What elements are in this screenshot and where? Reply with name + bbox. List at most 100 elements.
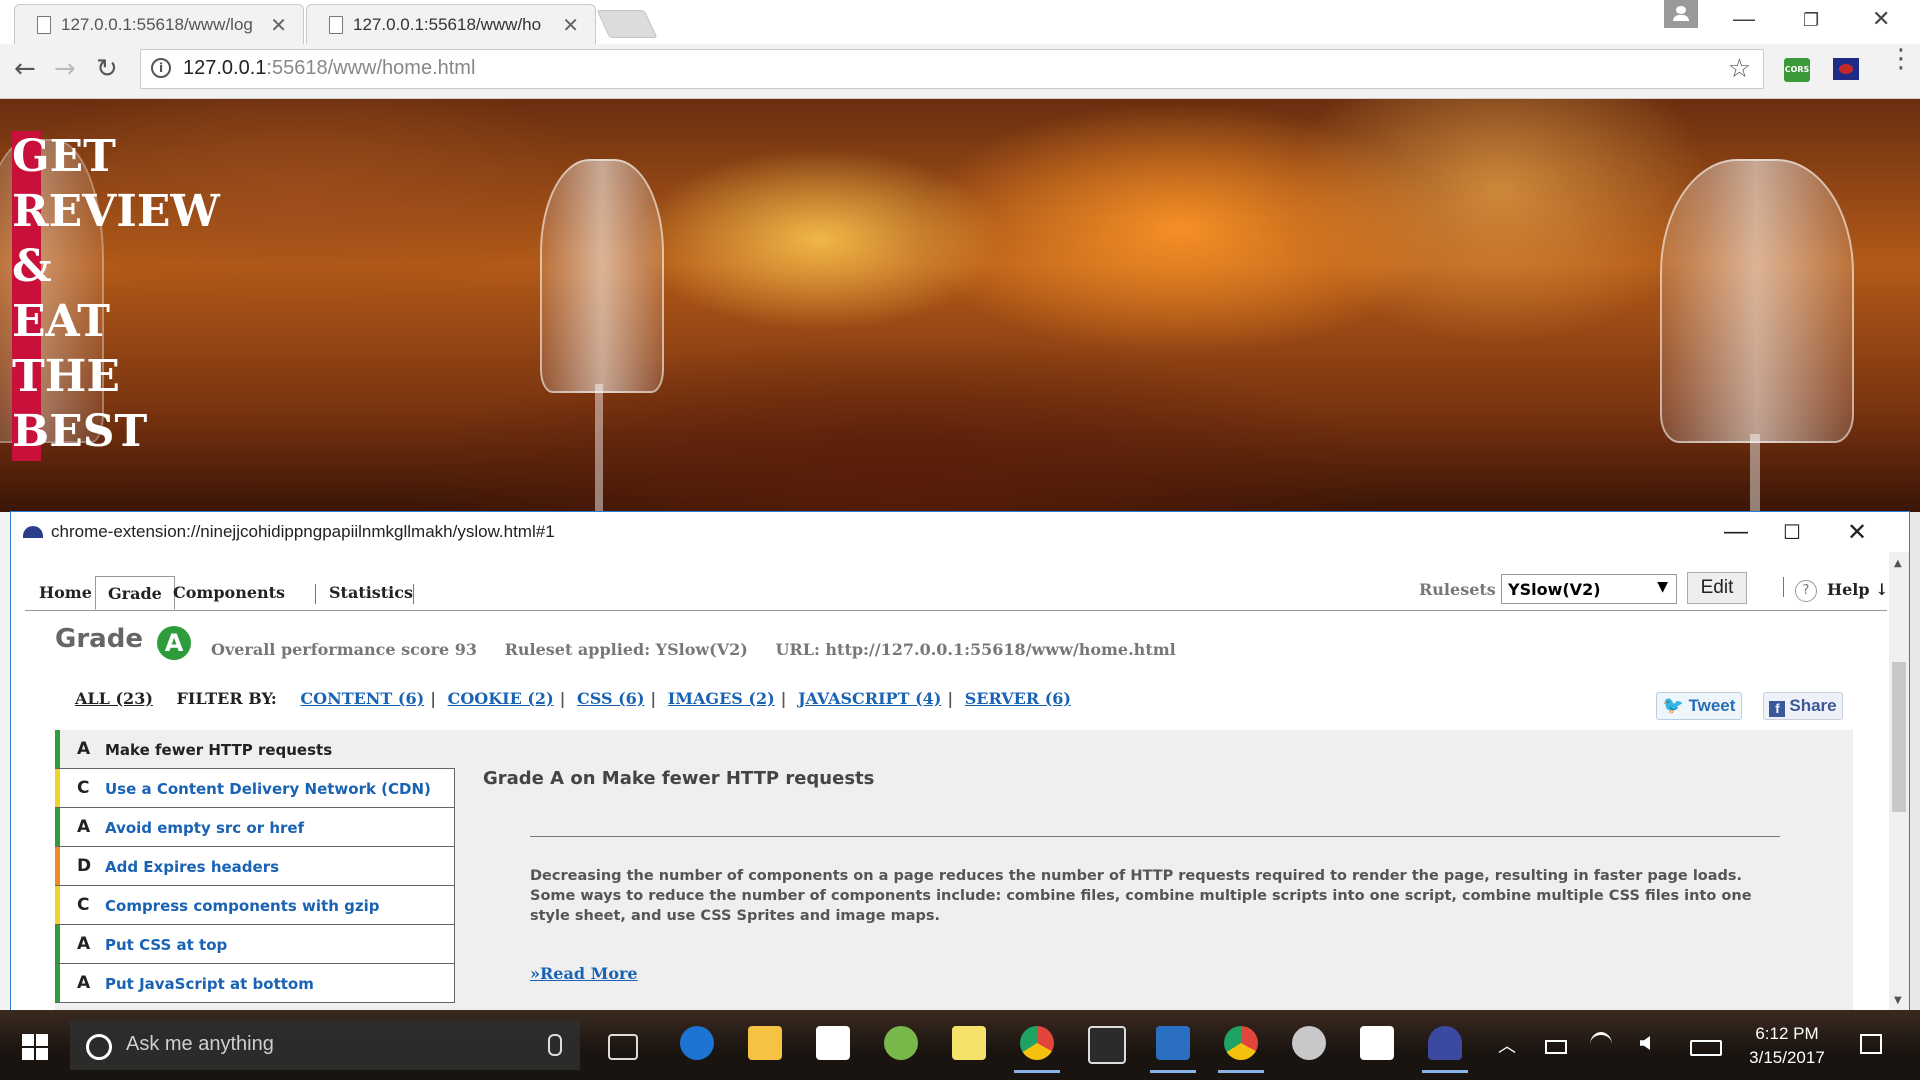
clock-time: 6:12 PM (1755, 1024, 1819, 1043)
browser-tab-login[interactable]: 127.0.0.1:55618/www/log ✕ (14, 4, 304, 44)
person-icon (1676, 6, 1686, 14)
keyboard-icon[interactable] (1690, 1040, 1722, 1056)
reload-icon[interactable]: ↻ (96, 54, 118, 84)
ruleset-applied: Ruleset applied: YSlow(V2) (504, 640, 748, 659)
brackets-icon[interactable] (1150, 1026, 1196, 1073)
windows-start-icon[interactable] (22, 1034, 48, 1060)
tweet-button[interactable]: 🐦 Tweet (1656, 692, 1742, 720)
edit-ruleset-button[interactable]: Edit (1687, 572, 1747, 604)
yslow-taskbar-icon[interactable] (1422, 1026, 1468, 1073)
twitter-bird-icon: 🐦 (1662, 696, 1684, 715)
share-label: Share (1789, 696, 1837, 715)
info-icon[interactable]: i (151, 58, 171, 78)
cortana-search-box[interactable]: Ask me anything (70, 1020, 580, 1070)
close-tab-icon[interactable]: ✕ (270, 13, 287, 38)
ruleset-select[interactable]: YSlow(V2) ▼ (1501, 574, 1677, 604)
filter-content[interactable]: CONTENT (6) (300, 689, 424, 708)
rule-item[interactable]: A Put JavaScript at bottom (55, 964, 455, 1003)
yslow-gauge-icon (23, 526, 43, 538)
volume-icon[interactable] (1640, 1036, 1650, 1050)
tab-components[interactable]: Components (161, 576, 297, 610)
rules-panel: A Make fewer HTTP requests C Use a Conte… (55, 730, 1853, 1010)
snipping-tool-icon[interactable] (1292, 1026, 1326, 1060)
help-question-icon[interactable]: ? (1795, 580, 1817, 602)
address-bar[interactable]: i 127.0.0.1:55618/www/home.html ☆ (140, 49, 1764, 89)
rule-item[interactable]: A Make fewer HTTP requests (55, 730, 455, 769)
read-more-link[interactable]: »Read More (530, 964, 638, 983)
rule-name: Compress components with gzip (105, 897, 380, 915)
grade-color-stripe (55, 847, 60, 885)
forward-arrow-icon[interactable]: → (54, 54, 76, 84)
minimize-window-icon[interactable]: — (1733, 6, 1755, 32)
back-arrow-icon[interactable]: ← (14, 54, 36, 84)
grade-color-stripe (55, 769, 60, 807)
url-host: 127.0.0.1 (183, 57, 267, 79)
scroll-down-arrow-icon[interactable]: ▼ (1894, 995, 1902, 1006)
maximize-popup-icon[interactable]: ☐ (1783, 520, 1801, 545)
close-tab-icon[interactable]: ✕ (562, 13, 579, 38)
rule-item[interactable]: D Add Expires headers (55, 847, 455, 886)
facebook-icon: f (1769, 701, 1786, 717)
tab-home[interactable]: Home (27, 576, 104, 610)
rule-item[interactable]: C Use a Content Delivery Network (CDN) (55, 769, 455, 808)
rule-list: A Make fewer HTTP requests C Use a Conte… (55, 730, 455, 1003)
yslow-popup-window: chrome-extension://ninejjcohidippngpapii… (10, 511, 1910, 1011)
edge-icon[interactable] (680, 1026, 714, 1060)
filter-all[interactable]: ALL (23) (75, 689, 153, 708)
browser-tab-home[interactable]: 127.0.0.1:55618/www/ho ✕ (306, 4, 596, 44)
filter-images[interactable]: IMAGES (2) (668, 689, 775, 708)
system-clock[interactable]: 6:12 PM 3/15/2017 (1738, 1022, 1836, 1070)
filter-cookie[interactable]: COOKIE (2) (448, 689, 554, 708)
scroll-up-arrow-icon[interactable]: ▲ (1894, 558, 1902, 569)
wifi-icon[interactable] (1590, 1032, 1612, 1057)
scrollbar-thumb[interactable] (1892, 662, 1906, 812)
filter-bar: ALL (23) FILTER BY: CONTENT (6) | COOKIE … (75, 689, 1071, 708)
grade-heading: Grade (55, 624, 143, 654)
bookmark-star-icon[interactable]: ☆ (1728, 54, 1751, 84)
rule-grade: A (77, 973, 91, 993)
help-link[interactable]: Help ↓ (1827, 580, 1889, 599)
tweet-label: Tweet (1688, 696, 1736, 715)
url-text[interactable]: 127.0.0.1:55618/www/home.html (183, 57, 475, 80)
rule-item[interactable]: A Put CSS at top (55, 925, 455, 964)
task-view-icon[interactable] (608, 1034, 638, 1060)
page-icon (37, 16, 51, 34)
terminal-icon[interactable] (1088, 1026, 1126, 1064)
new-tab-button[interactable] (596, 10, 658, 38)
more-menu-icon[interactable]: ⋮ (1888, 46, 1914, 72)
search-placeholder: Ask me anything (126, 1033, 274, 1055)
yslow-flag-icon[interactable] (1833, 58, 1859, 80)
android-studio-icon[interactable] (884, 1026, 918, 1060)
action-center-icon[interactable] (1860, 1034, 1882, 1054)
popup-titlebar[interactable]: chrome-extension://ninejjcohidippngpapii… (11, 512, 1909, 552)
filter-javascript[interactable]: JAVASCRIPT (4) (798, 689, 941, 708)
restore-window-icon[interactable]: ❐ (1803, 10, 1819, 31)
detail-divider (530, 836, 1780, 837)
sticky-notes-icon[interactable] (952, 1026, 986, 1060)
minimize-popup-icon[interactable]: — (1724, 518, 1748, 546)
filter-by-label: FILTER BY: (176, 689, 277, 708)
rule-item[interactable]: A Avoid empty src or href (55, 808, 455, 847)
filter-css[interactable]: CSS (6) (577, 689, 644, 708)
close-popup-icon[interactable]: ✕ (1847, 518, 1867, 547)
battery-icon[interactable] (1545, 1040, 1567, 1054)
profile-avatar-button[interactable] (1664, 0, 1698, 28)
share-button[interactable]: f Share (1763, 692, 1843, 720)
show-hidden-icons-chevron-icon[interactable]: ︿ (1498, 1032, 1516, 1058)
grade-color-stripe (55, 925, 60, 963)
close-window-icon[interactable]: ✕ (1872, 6, 1890, 32)
windows-taskbar: Ask me anything ︿ 6:12 PM 3/15/2017 (0, 1010, 1920, 1080)
filter-server[interactable]: SERVER (6) (965, 689, 1071, 708)
chrome-icon[interactable] (1014, 1026, 1060, 1073)
microphone-icon[interactable] (548, 1034, 562, 1056)
page-scrollbar[interactable] (1910, 512, 1920, 1010)
rule-item[interactable]: C Compress components with gzip (55, 886, 455, 925)
wine-glass-image (1660, 159, 1854, 443)
photos-icon[interactable] (1360, 1026, 1394, 1060)
file-explorer-icon[interactable] (748, 1026, 782, 1060)
cors-icon[interactable]: CORS (1784, 58, 1810, 82)
tab-statistics[interactable]: Statistics (317, 576, 425, 610)
popup-scrollbar[interactable]: ▲ ▼ (1889, 552, 1909, 1010)
chrome-icon-2[interactable] (1218, 1026, 1264, 1073)
store-icon[interactable] (816, 1026, 850, 1060)
